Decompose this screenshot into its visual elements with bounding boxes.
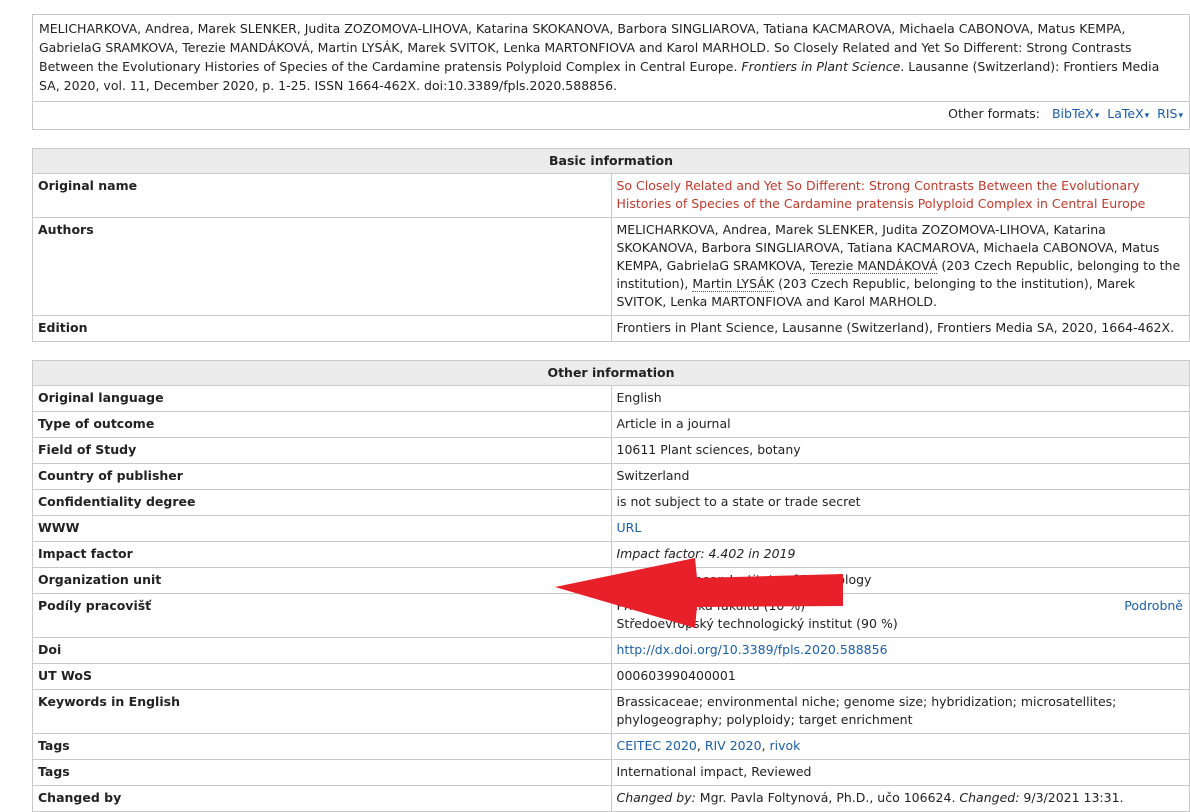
basic-info-table: Basic information Original name So Close… — [32, 148, 1190, 342]
row-label: Type of outcome — [32, 411, 612, 438]
share-line: Středoevropský technologický institut (9… — [616, 616, 898, 631]
table-row: Authors MELICHARKOVA, Andrea, Marek SLEN… — [32, 217, 1190, 316]
chevron-down-icon: ▾ — [1178, 111, 1183, 121]
tag-link-riv[interactable]: RIV 2020 — [705, 738, 762, 753]
table-row: Impact factor Impact factor: 4.402 in 20… — [32, 541, 1190, 568]
row-value: Switzerland — [610, 463, 1190, 490]
tag-link-rivok[interactable]: rivok — [769, 738, 800, 753]
table-row: Doi http://dx.doi.org/10.3389/fpls.2020.… — [32, 637, 1190, 664]
row-label: Edition — [32, 315, 612, 342]
row-value: http://dx.doi.org/10.3389/fpls.2020.5888… — [610, 637, 1190, 664]
format-ris-link[interactable]: RIS▾ — [1157, 106, 1183, 121]
basic-info-header: Basic information — [32, 148, 1190, 174]
table-row: WWW URL — [32, 515, 1190, 542]
row-label: Confidentiality degree — [32, 489, 612, 516]
impact-factor-value: Impact factor: 4.402 in 2019 — [610, 541, 1190, 568]
details-link[interactable]: Podrobně — [1124, 597, 1183, 615]
citation-journal: Frontiers in Plant Science — [741, 59, 901, 74]
row-value: International impact, Reviewed — [610, 759, 1190, 786]
workplace-shares-value: Přírodovědecká fakulta (10 %) Středoevro… — [610, 593, 1190, 638]
tag-link-ceitec[interactable]: CEITEC 2020 — [617, 738, 697, 753]
row-label: Keywords in English — [32, 689, 612, 734]
table-row: Original name So Closely Related and Yet… — [32, 173, 1190, 218]
row-label: Podíly pracovišť — [32, 593, 612, 638]
table-row: Organization unit Central European Insti… — [32, 567, 1190, 594]
row-label: Tags — [32, 733, 612, 760]
table-row: Tags CEITEC 2020, RIV 2020, rivok — [32, 733, 1190, 760]
record-page: MELICHARKOVA, Andrea, Marek SLENKER, Jud… — [32, 14, 1190, 812]
table-row: Country of publisher Switzerland — [32, 463, 1190, 490]
row-value: Article in a journal — [610, 411, 1190, 438]
format-bibtex-label: BibTeX — [1051, 106, 1094, 121]
row-label: Original name — [32, 173, 612, 218]
share-line: Přírodovědecká fakulta (10 %) — [616, 598, 806, 613]
edition-value: Frontiers in Plant Science, Lausanne (Sw… — [610, 315, 1190, 342]
row-value: 000603990400001 — [610, 663, 1190, 690]
row-label: Changed by — [32, 785, 612, 812]
row-label: Field of Study — [32, 437, 612, 464]
format-ris-label: RIS — [1157, 106, 1178, 121]
changed-label: Changed: — [959, 790, 1020, 805]
changed-by-name: Mgr. Pavla Foltynová, Ph.D., učo 106624. — [699, 790, 956, 805]
author-link-mandakova[interactable]: Terezie MANDÁKOVÁ — [809, 258, 938, 274]
row-label: Doi — [32, 637, 612, 664]
table-row: Keywords in English Brassicaceae; enviro… — [32, 689, 1190, 734]
row-label: Tags — [32, 759, 612, 786]
table-row: Field of Study 10611 Plant sciences, bot… — [32, 437, 1190, 464]
row-value: is not subject to a state or trade secre… — [610, 489, 1190, 516]
table-row: Changed by Changed by: Mgr. Pavla Foltyn… — [32, 785, 1190, 812]
citation-text: MELICHARKOVA, Andrea, Marek SLENKER, Jud… — [33, 15, 1189, 101]
row-label: Country of publisher — [32, 463, 612, 490]
row-label: WWW — [32, 515, 612, 542]
changed-by-value: Changed by: Mgr. Pavla Foltynová, Ph.D.,… — [610, 785, 1190, 812]
table-row: Type of outcome Article in a journal — [32, 411, 1190, 438]
format-latex-link[interactable]: LaTeX▾ — [1107, 106, 1149, 121]
doi-link[interactable]: http://dx.doi.org/10.3389/fpls.2020.5888… — [617, 642, 888, 657]
chevron-down-icon: ▾ — [1144, 111, 1150, 121]
changed-date: 9/3/2021 13:31. — [1023, 790, 1124, 805]
other-info-table: Other information Original language Engl… — [32, 360, 1190, 812]
citation-box: MELICHARKOVA, Andrea, Marek SLENKER, Jud… — [32, 14, 1190, 130]
table-row: Edition Frontiers in Plant Science, Laus… — [32, 315, 1190, 342]
other-info-header: Other information — [32, 360, 1190, 386]
row-value: Central European Institute of Technology — [610, 567, 1190, 594]
other-formats-label: Other formats: — [948, 106, 1041, 121]
format-bibtex-link[interactable]: BibTeX▾ — [1052, 106, 1099, 121]
row-value: English — [610, 385, 1190, 412]
table-row: Confidentiality degree is not subject to… — [32, 489, 1190, 516]
row-value: Brassicaceae; environmental niche; genom… — [610, 689, 1190, 734]
changed-by-label: Changed by: — [616, 790, 696, 805]
row-label: UT WoS — [32, 663, 612, 690]
table-row: Tags International impact, Reviewed — [32, 759, 1190, 786]
table-row: UT WoS 000603990400001 — [32, 663, 1190, 690]
row-label: Authors — [32, 217, 612, 316]
www-url-link[interactable]: URL — [617, 520, 642, 535]
row-value: 10611 Plant sciences, botany — [610, 437, 1190, 464]
row-value: URL — [610, 515, 1190, 542]
row-label: Organization unit — [32, 567, 612, 594]
original-name-value: So Closely Related and Yet So Different:… — [610, 173, 1190, 218]
row-label: Original language — [32, 385, 612, 412]
authors-value: MELICHARKOVA, Andrea, Marek SLENKER, Jud… — [610, 217, 1190, 316]
author-link-lysak[interactable]: Martin LYSÁK — [692, 276, 775, 292]
format-latex-label: LaTeX — [1107, 106, 1144, 121]
chevron-down-icon: ▾ — [1094, 111, 1100, 121]
other-formats: Other formats: BibTeX▾ LaTeX▾ RIS▾ — [33, 101, 1189, 129]
row-value: CEITEC 2020, RIV 2020, rivok — [610, 733, 1190, 760]
table-row: Podíly pracovišť Přírodovědecká fakulta … — [32, 593, 1190, 638]
table-row: Original language English — [32, 385, 1190, 412]
row-label: Impact factor — [32, 541, 612, 568]
